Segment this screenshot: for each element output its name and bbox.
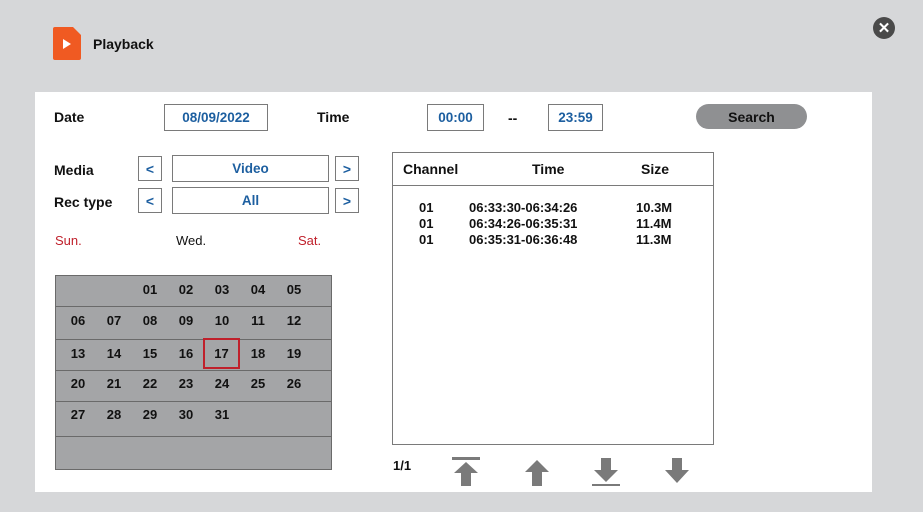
- calendar-day-selected[interactable]: 17: [203, 338, 240, 369]
- previous-page-icon[interactable]: [522, 459, 552, 487]
- media-prev-button[interactable]: <: [138, 156, 162, 181]
- calendar-grid: 01 02 03 04 05 06 07 08 09 10 11 12 13 14 15 16 17 18 19 20…: [55, 275, 332, 470]
- calendar-day[interactable]: 20: [60, 371, 96, 395]
- calendar-row-divider: [56, 339, 331, 340]
- next-page-icon[interactable]: [590, 457, 622, 488]
- calendar-day[interactable]: 29: [132, 402, 168, 426]
- column-header-time: Time: [532, 161, 565, 177]
- rec-type-prev-button[interactable]: <: [138, 188, 162, 213]
- column-header-size: Size: [641, 161, 670, 177]
- calendar-day[interactable]: 24: [204, 371, 240, 395]
- calendar-day[interactable]: 28: [96, 402, 132, 426]
- rec-type-label: Rec type: [54, 194, 113, 210]
- calendar-row-divider: [56, 306, 331, 307]
- date-field[interactable]: 08/09/2022: [164, 104, 268, 131]
- calendar-day[interactable]: 30: [168, 402, 204, 426]
- window-title: Playback: [93, 36, 154, 52]
- column-header-channel: Channel: [403, 161, 459, 177]
- calendar-day[interactable]: 01: [132, 277, 168, 301]
- search-button[interactable]: Search: [696, 104, 807, 129]
- media-next-button[interactable]: >: [335, 156, 359, 181]
- calendar-day[interactable]: 04: [240, 277, 276, 301]
- calendar-day[interactable]: 07: [96, 308, 132, 332]
- calendar-day[interactable]: 18: [240, 341, 276, 365]
- time-end-field[interactable]: 23:59: [548, 104, 603, 131]
- date-label: Date: [54, 109, 85, 125]
- recording-channel: 01: [419, 216, 434, 231]
- recording-size: 10.3M: [636, 200, 673, 215]
- recording-row[interactable]: 01 06:33:30-06:34:26 10.3M: [393, 200, 713, 216]
- recording-channel: 01: [419, 200, 434, 215]
- calendar-day[interactable]: 08: [132, 308, 168, 332]
- calendar-day[interactable]: 25: [240, 371, 276, 395]
- media-select[interactable]: Video: [172, 155, 329, 182]
- calendar-day[interactable]: 03: [204, 277, 240, 301]
- calendar-day[interactable]: 19: [276, 341, 312, 365]
- calendar-day[interactable]: 11: [240, 308, 276, 332]
- week-header-sun: Sun.: [55, 233, 82, 248]
- first-page-icon[interactable]: [450, 457, 482, 487]
- calendar-day[interactable]: 05: [276, 277, 312, 301]
- time-separator: --: [508, 110, 518, 126]
- week-header-wed: Wed.: [176, 233, 207, 248]
- recording-row[interactable]: 01 06:35:31-06:36:48 11.3M: [393, 232, 713, 248]
- rec-type-next-button[interactable]: >: [335, 188, 359, 213]
- week-header-sat: Sat.: [298, 233, 322, 248]
- recording-channel: 01: [419, 232, 434, 247]
- close-icon[interactable]: ✕: [873, 17, 895, 39]
- calendar-day[interactable]: 22: [132, 371, 168, 395]
- calendar-day[interactable]: 21: [96, 371, 132, 395]
- rec-type-select[interactable]: All: [172, 187, 329, 214]
- recording-row[interactable]: 01 06:34:26-06:35:31 11.4M: [393, 216, 713, 232]
- calendar-row-divider: [56, 436, 331, 437]
- calendar-day[interactable]: 31: [204, 402, 240, 426]
- playback-file-icon: [53, 27, 81, 60]
- recording-size: 11.4M: [636, 216, 672, 231]
- time-label: Time: [317, 109, 350, 125]
- recordings-list: Channel Time Size 01 06:33:30-06:34:26 1…: [392, 152, 714, 445]
- recordings-header: Channel Time Size: [393, 153, 713, 186]
- calendar-day[interactable]: 09: [168, 308, 204, 332]
- calendar-day[interactable]: 16: [168, 341, 204, 365]
- recording-time: 06:33:30-06:34:26: [469, 200, 578, 215]
- recording-size: 11.3M: [636, 232, 672, 247]
- calendar-day[interactable]: 23: [168, 371, 204, 395]
- recording-time: 06:34:26-06:35:31: [469, 216, 578, 231]
- page-indicator: 1/1: [393, 458, 412, 473]
- media-label: Media: [54, 162, 94, 178]
- calendar-day[interactable]: 26: [276, 371, 312, 395]
- calendar-day[interactable]: 27: [60, 402, 96, 426]
- calendar-day[interactable]: 06: [60, 308, 96, 332]
- calendar-day[interactable]: 14: [96, 341, 132, 365]
- recording-time: 06:35:31-06:36:48: [469, 232, 578, 247]
- calendar-day[interactable]: 13: [60, 341, 96, 365]
- last-page-icon[interactable]: [663, 457, 691, 484]
- calendar-day[interactable]: 12: [276, 308, 312, 332]
- time-start-field[interactable]: 00:00: [427, 104, 484, 131]
- calendar-day[interactable]: 02: [168, 277, 204, 301]
- calendar-day[interactable]: 15: [132, 341, 168, 365]
- calendar-day[interactable]: 10: [204, 308, 240, 332]
